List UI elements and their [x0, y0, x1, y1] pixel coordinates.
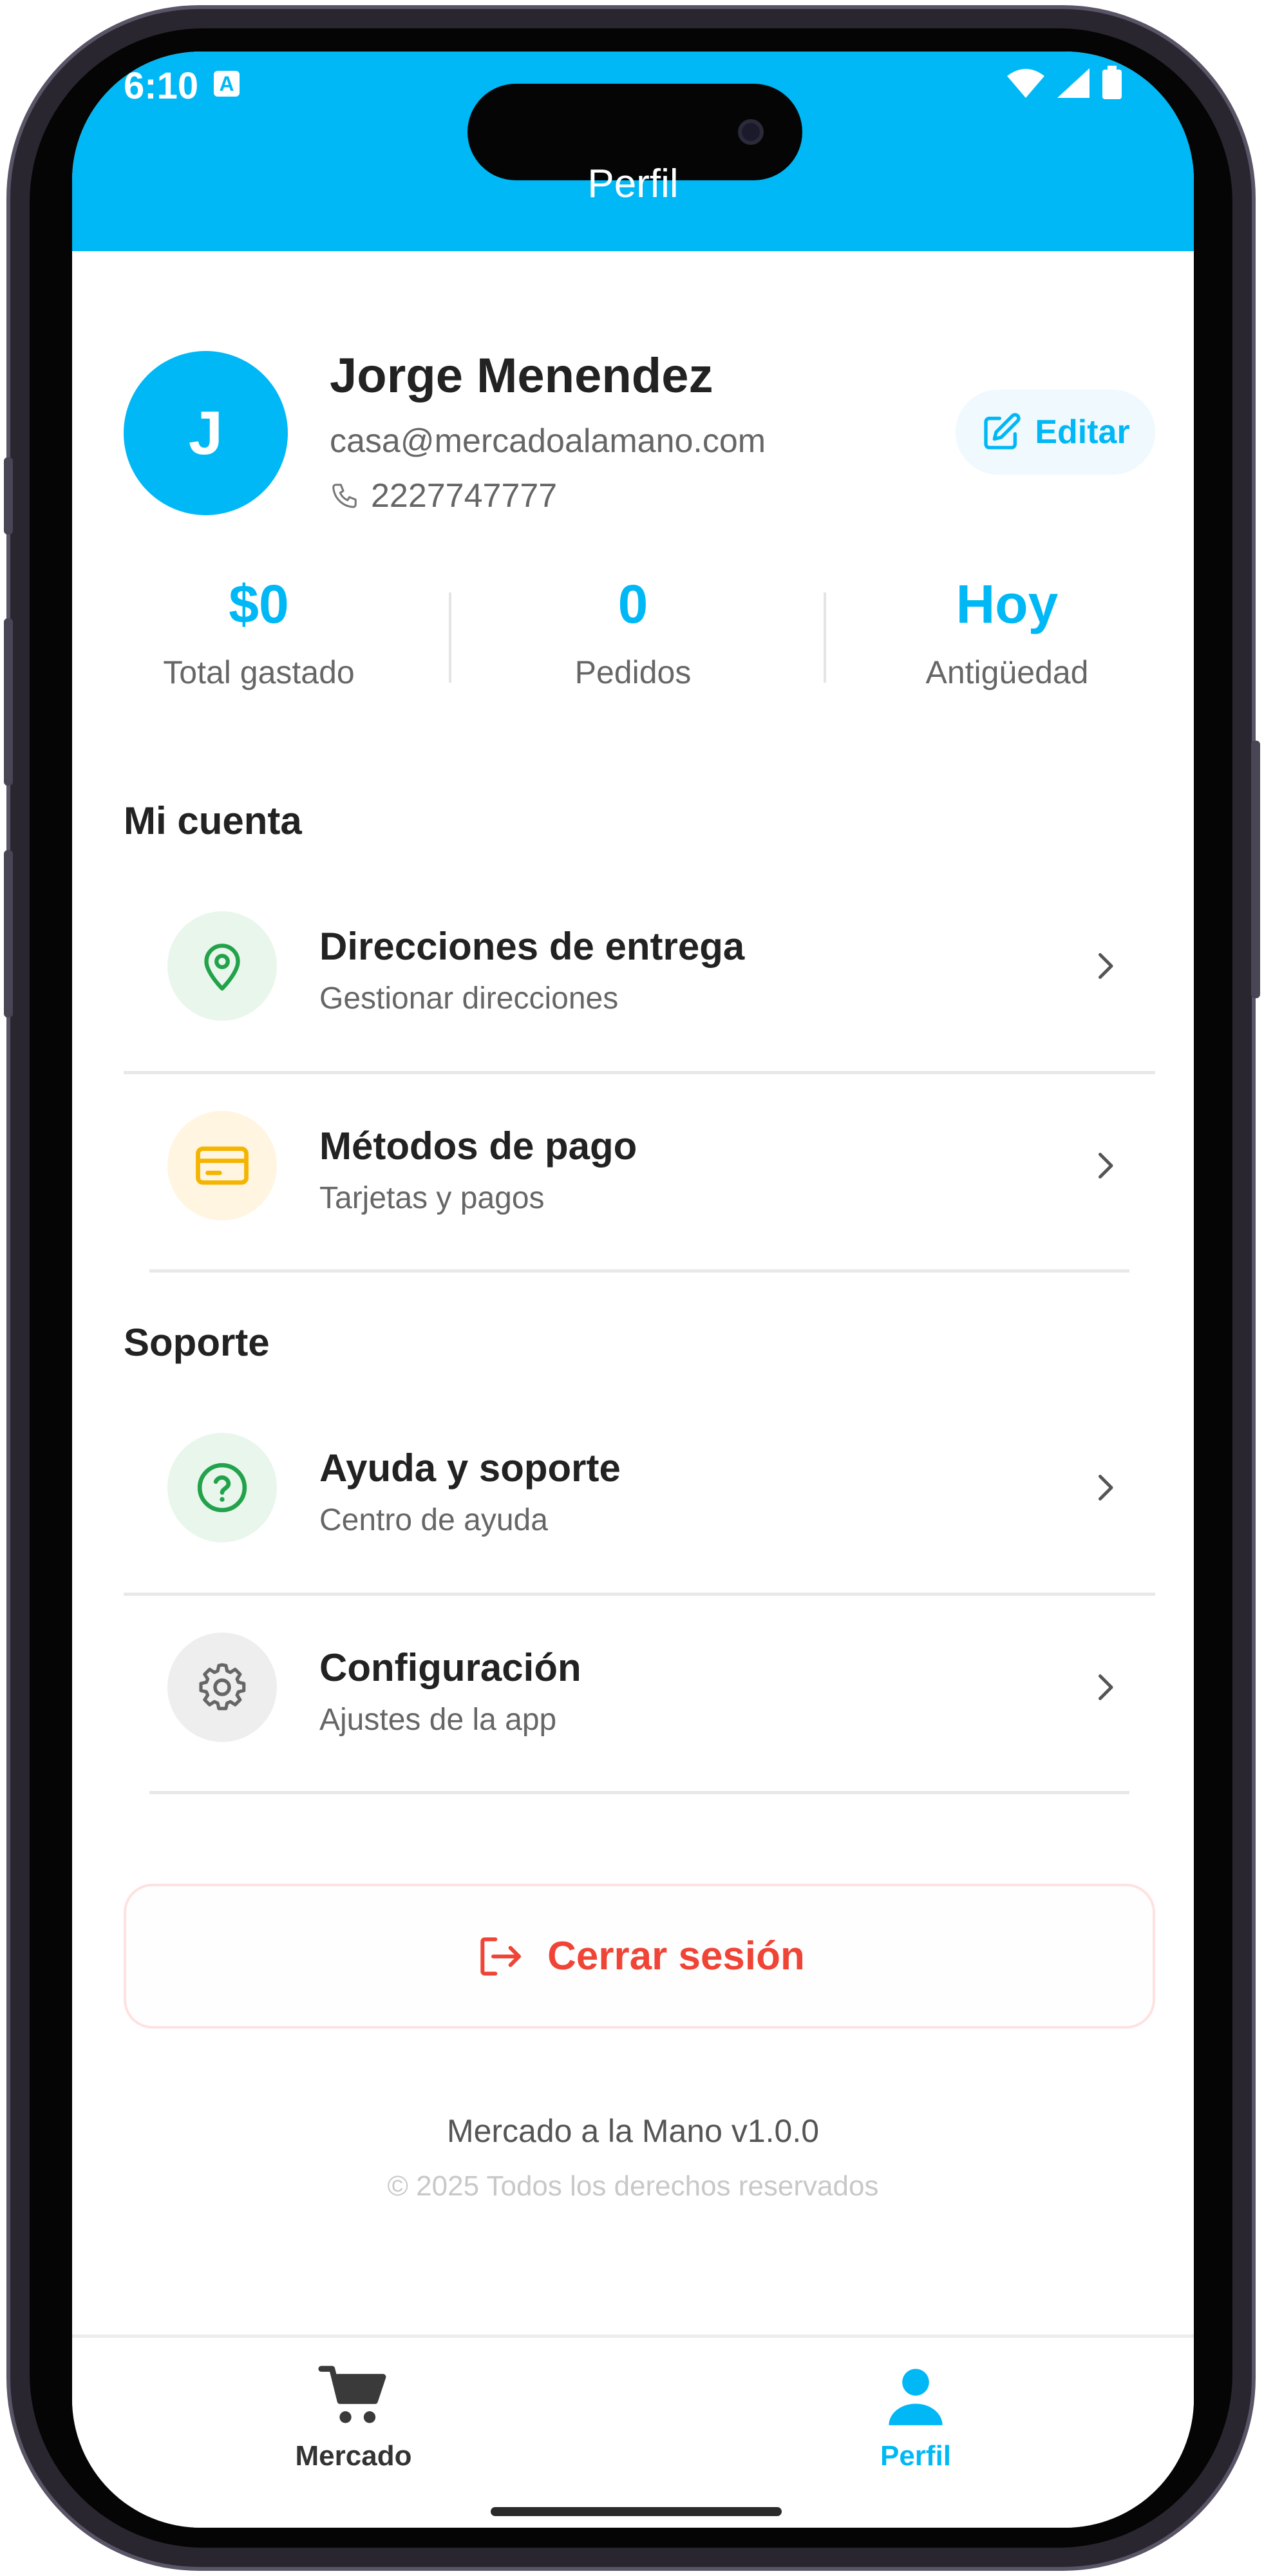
credit-card-icon [196, 1146, 249, 1185]
help-circle-icon [197, 1463, 247, 1513]
signal-icon [1057, 68, 1089, 98]
menu-icon-bg [167, 1111, 277, 1220]
status-time: 6:10 [124, 65, 199, 107]
nav-item-market[interactable]: Mercado [225, 2363, 482, 2472]
chevron-right-icon [1099, 1153, 1113, 1179]
menu-title: Direcciones de entrega [319, 925, 745, 968]
nav-label: Mercado [295, 2440, 412, 2472]
avatar: J [124, 351, 288, 515]
menu-item-help[interactable]: Ayuda y soporte Centro de ayuda [124, 1394, 1155, 1587]
menu-subtitle: Centro de ayuda [319, 1503, 548, 1537]
stat-label: Antigüedad [925, 654, 1089, 690]
gear-icon [199, 1663, 246, 1710]
status-icons [1006, 66, 1123, 100]
stat-total-spent: $0 Total gastado [72, 573, 446, 691]
stat-label: Pedidos [574, 654, 692, 690]
notification-badge: A [214, 71, 240, 97]
profile-email: casa@mercadoalamano.com [330, 422, 766, 460]
bottom-navigation: Mercado Perfil [72, 2334, 1194, 2528]
nav-label: Perfil [880, 2440, 952, 2472]
section-title-support: Soporte [124, 1321, 270, 1364]
menu-icon-bg [167, 1633, 277, 1742]
page-title: Perfil [587, 162, 679, 206]
chevron-right-icon [1099, 1475, 1113, 1501]
edit-profile-button[interactable]: Editar [956, 390, 1155, 475]
menu-item-payment-methods[interactable]: Métodos de pago Tarjetas y pagos [124, 1072, 1155, 1265]
stat-value: 0 [618, 574, 648, 634]
phone-number: 2227747777 [371, 477, 558, 515]
home-indicator[interactable] [491, 2507, 782, 2516]
menu-item-addresses[interactable]: Direcciones de entrega Gestionar direcci… [124, 873, 1155, 1066]
edit-icon [984, 413, 1021, 450]
stat-orders: 0 Pedidos [446, 573, 820, 691]
stat-value: Hoy [956, 574, 1059, 634]
logout-label: Cerrar sesión [547, 1934, 805, 1978]
stat-seniority: Hoy Antigüedad [820, 573, 1194, 691]
power-button [1251, 741, 1260, 998]
volume-down-button [4, 850, 13, 1018]
menu-item-settings[interactable]: Configuración Ajustes de la app [124, 1594, 1155, 1787]
menu-icon-bg [167, 911, 277, 1021]
menu-subtitle: Tarjetas y pagos [319, 1181, 545, 1215]
copyright-text: © 2025 Todos los derechos reservados [387, 2170, 879, 2202]
edit-label: Editar [1035, 413, 1130, 451]
volume-up-button [4, 618, 13, 786]
chevron-right-icon [1099, 1674, 1113, 1700]
app-bar: 6:10 A Perfil [72, 52, 1194, 251]
profile-name: Jorge Menendez [330, 348, 713, 403]
menu-divider [149, 1269, 1129, 1273]
menu-icon-bg [167, 1433, 277, 1542]
menu-title: Configuración [319, 1646, 581, 1689]
logout-icon [480, 1937, 522, 1976]
logout-button[interactable]: Cerrar sesión [124, 1884, 1155, 2029]
app-version: Mercado a la Mano v1.0.0 [446, 2113, 820, 2149]
profile-phone: 2227747777 [330, 477, 557, 515]
front-camera [738, 119, 764, 145]
app-screen: 6:10 A Perfil J Jorge Menendez casa@merc… [72, 52, 1194, 2528]
stats-row: $0 Total gastado 0 Pedidos Hoy Antigüeda… [72, 573, 1194, 728]
menu-subtitle: Gestionar direcciones [319, 981, 619, 1016]
nav-item-profile[interactable]: Perfil [787, 2363, 1044, 2472]
section-title-account: Mi cuenta [124, 799, 302, 842]
cart-icon [318, 2365, 386, 2423]
menu-title: Ayuda y soporte [319, 1446, 621, 1490]
battery-icon [1102, 66, 1122, 99]
menu-title: Métodos de pago [319, 1124, 637, 1168]
stat-value: $0 [229, 574, 289, 634]
menu-subtitle: Ajustes de la app [319, 1703, 557, 1737]
chevron-right-icon [1099, 953, 1113, 979]
location-pin-icon [204, 943, 240, 991]
wifi-icon [1007, 69, 1044, 98]
stat-label: Total gastado [163, 654, 355, 690]
menu-divider [149, 1791, 1129, 1794]
action-button [4, 457, 13, 535]
phone-icon [332, 484, 357, 508]
person-icon [889, 2369, 943, 2425]
